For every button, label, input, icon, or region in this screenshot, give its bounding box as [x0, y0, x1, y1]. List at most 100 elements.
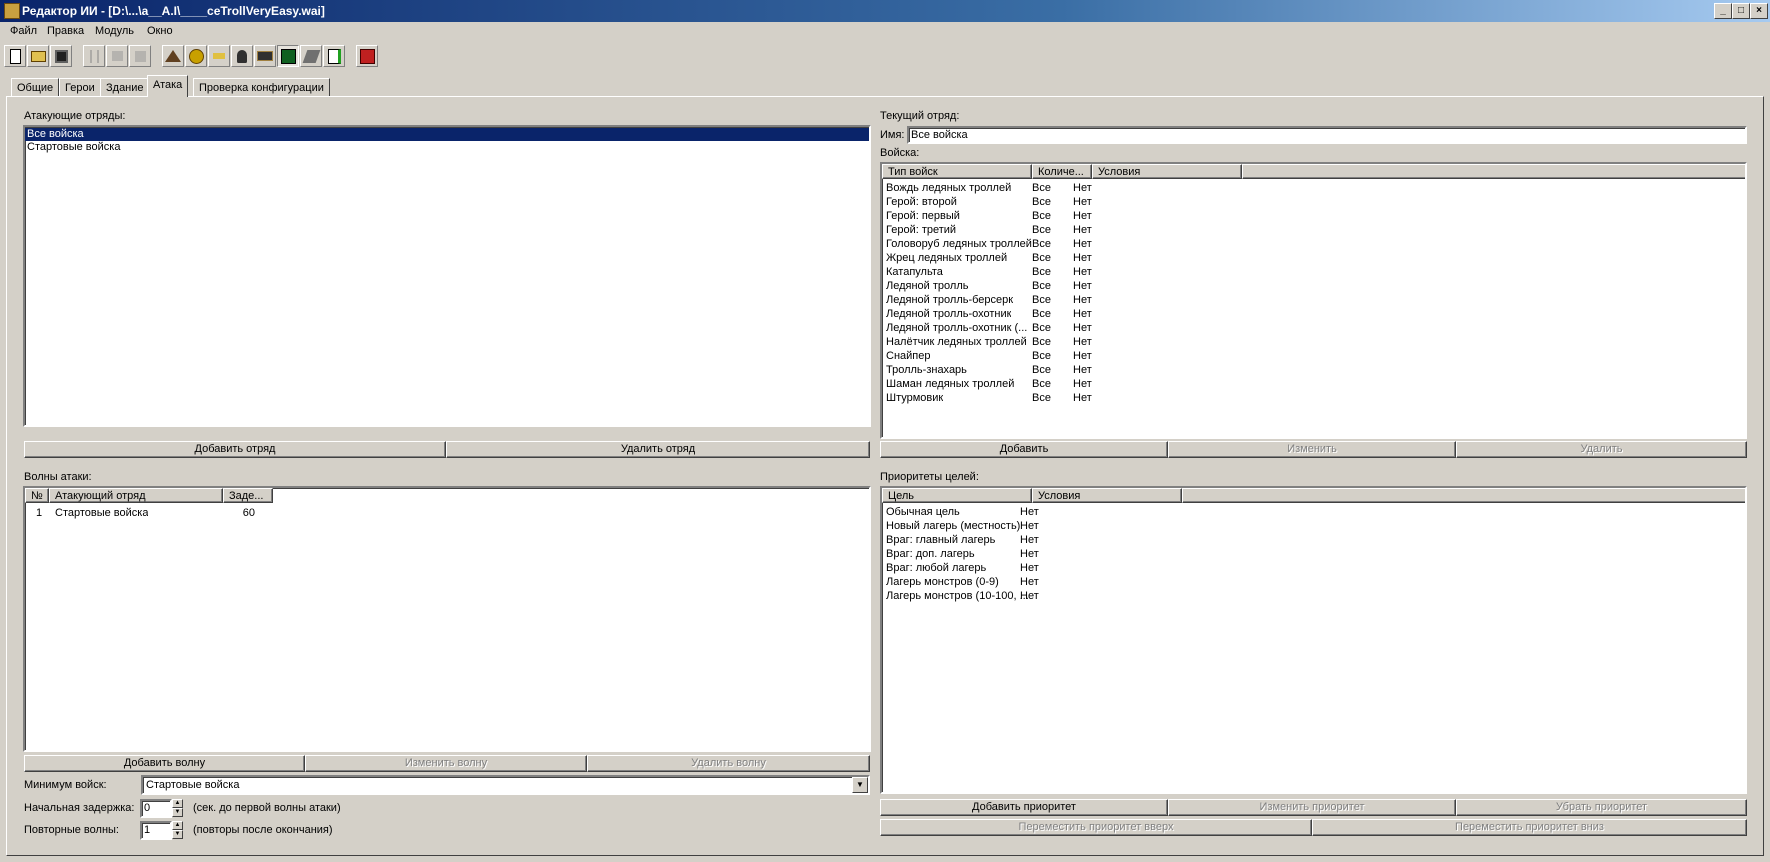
- building-icon: [257, 51, 273, 61]
- troop-type: Налётчик ледяных троллей: [886, 336, 1027, 348]
- table-row[interactable]: Герой: первый Все Нет: [882, 209, 1745, 223]
- priority-condition: Нет: [1020, 590, 1039, 602]
- table-row[interactable]: Новый лагерь (местность) Нет: [882, 519, 1745, 533]
- remove-priority-button[interactable]: Убрать приоритет: [1456, 799, 1747, 816]
- tab-attack[interactable]: Атака: [147, 75, 189, 97]
- list-item[interactable]: Стартовые войска: [25, 141, 869, 154]
- maximize-button[interactable]: □: [1732, 3, 1750, 19]
- add-wave-button[interactable]: Добавить волну: [24, 755, 305, 772]
- repeat-waves-input[interactable]: 1: [140, 821, 172, 840]
- column-header[interactable]: №: [25, 488, 49, 503]
- lumber-button[interactable]: [208, 45, 230, 67]
- spin-up-icon[interactable]: ▲: [172, 821, 183, 830]
- column-header[interactable]: Условия: [1032, 488, 1182, 503]
- column-header[interactable]: Количе...: [1032, 164, 1092, 179]
- column-header[interactable]: Заде...: [223, 488, 273, 503]
- table-row[interactable]: Враг: любой лагерь Нет: [882, 561, 1745, 575]
- add-group-button[interactable]: Добавить отряд: [24, 441, 446, 458]
- priorities-listview[interactable]: Цель Условия Обычная цель Нет Новый лагерь…: [880, 486, 1747, 794]
- troop-type: Жрец ледяных троллей: [886, 252, 1008, 264]
- copy-button[interactable]: [106, 45, 128, 67]
- open-button[interactable]: [27, 45, 49, 67]
- paste-button[interactable]: [129, 45, 151, 67]
- table-row[interactable]: Головоруб ледяных троллей Все Нет: [882, 237, 1745, 251]
- menu-window[interactable]: Окно: [145, 25, 175, 37]
- table-row[interactable]: Шаман ледяных троллей Все Нет: [882, 377, 1745, 391]
- hero-button[interactable]: [231, 45, 253, 67]
- repeat-waves-spinner[interactable]: ▲ ▼: [172, 821, 183, 839]
- list-item[interactable]: Все войска: [25, 128, 869, 141]
- table-row[interactable]: Враг: доп. лагерь Нет: [882, 547, 1745, 561]
- minimize-button[interactable]: _: [1714, 3, 1732, 19]
- remove-group-button[interactable]: Удалить отряд: [446, 441, 870, 458]
- attack-groups-list[interactable]: Все войска Стартовые войска: [23, 125, 871, 427]
- save-button[interactable]: [50, 45, 72, 67]
- menu-edit[interactable]: Правка: [45, 25, 86, 37]
- table-row[interactable]: Обычная цель Нет: [882, 505, 1745, 519]
- attack-button[interactable]: [277, 45, 299, 67]
- table-row[interactable]: Вождь ледяных троллей Все Нет: [882, 181, 1745, 195]
- cut-button[interactable]: [83, 45, 105, 67]
- table-row[interactable]: Жрец ледяных троллей Все Нет: [882, 251, 1745, 265]
- test-button[interactable]: [356, 45, 378, 67]
- table-row[interactable]: Налётчик ледяных троллей Все Нет: [882, 335, 1745, 349]
- new-file-button[interactable]: [4, 45, 26, 67]
- add-troop-button[interactable]: Добавить: [880, 441, 1168, 458]
- troop-type: Герой: первый: [886, 210, 960, 222]
- column-header[interactable]: Условия: [1092, 164, 1242, 179]
- add-priority-button[interactable]: Добавить приоритет: [880, 799, 1168, 816]
- waves-listview[interactable]: № Атакующий отряд Заде... 1 Стартовые во…: [23, 486, 871, 752]
- export-button[interactable]: [323, 45, 345, 67]
- gold-button[interactable]: [185, 45, 207, 67]
- table-row[interactable]: Снайпер Все Нет: [882, 349, 1745, 363]
- remove-troop-button[interactable]: Удалить: [1456, 441, 1747, 458]
- edit-wave-button[interactable]: Изменить волну: [305, 755, 587, 772]
- table-row[interactable]: Катапульта Все Нет: [882, 265, 1745, 279]
- book-button[interactable]: [300, 45, 322, 67]
- spin-down-icon[interactable]: ▼: [172, 808, 183, 817]
- table-row[interactable]: 1 Стартовые войска 60: [25, 506, 869, 520]
- tab-general[interactable]: Общие: [11, 78, 60, 96]
- move-priority-down-button[interactable]: Переместить приоритет вниз: [1312, 819, 1747, 836]
- spin-up-icon[interactable]: ▲: [172, 799, 183, 808]
- table-row[interactable]: Ледяной тролль-охотник (... Все Нет: [882, 321, 1745, 335]
- table-row[interactable]: Герой: второй Все Нет: [882, 195, 1745, 209]
- troop-count: Все: [1032, 350, 1051, 362]
- table-row[interactable]: Лагерь монстров (10-100, ... Нет: [882, 589, 1745, 603]
- group-name-input[interactable]: Все войска: [907, 126, 1747, 144]
- column-header[interactable]: Цель: [882, 488, 1032, 503]
- min-troops-select[interactable]: Стартовые войска ▼: [141, 775, 870, 795]
- initial-delay-spinner[interactable]: ▲ ▼: [172, 799, 183, 817]
- table-row[interactable]: Лагерь монстров (0-9) Нет: [882, 575, 1745, 589]
- tab-heroes[interactable]: Герои: [59, 78, 101, 96]
- edit-troop-button[interactable]: Изменить: [1168, 441, 1456, 458]
- terrain-button[interactable]: [162, 45, 184, 67]
- troops-listview[interactable]: Тип войск Количе... Условия Вождь ледяны…: [880, 162, 1747, 439]
- column-header[interactable]: Атакующий отряд: [49, 488, 223, 503]
- initial-delay-input[interactable]: 0: [140, 799, 172, 818]
- move-priority-up-button[interactable]: Переместить приоритет вверх: [880, 819, 1312, 836]
- menu-module[interactable]: Модуль: [93, 25, 136, 37]
- table-row[interactable]: Тролль-знахарь Все Нет: [882, 363, 1745, 377]
- dropdown-arrow-icon[interactable]: ▼: [852, 777, 868, 793]
- tab-config-check[interactable]: Проверка конфигурации: [193, 78, 330, 96]
- menu-file[interactable]: Файл: [8, 25, 39, 37]
- spin-down-icon[interactable]: ▼: [172, 830, 183, 839]
- table-row[interactable]: Ледяной тролль-берсерк Все Нет: [882, 293, 1745, 307]
- priority-target: Обычная цель: [886, 506, 960, 518]
- priority-condition: Нет: [1020, 576, 1039, 588]
- table-row[interactable]: Герой: третий Все Нет: [882, 223, 1745, 237]
- building-button[interactable]: [254, 45, 276, 67]
- table-row[interactable]: Ледяной тролль-охотник Все Нет: [882, 307, 1745, 321]
- remove-wave-button[interactable]: Удалить волну: [587, 755, 870, 772]
- table-row[interactable]: Враг: главный лагерь Нет: [882, 533, 1745, 547]
- edit-priority-button[interactable]: Изменить приоритет: [1168, 799, 1456, 816]
- close-button[interactable]: ×: [1750, 3, 1768, 19]
- column-header[interactable]: Тип войск: [882, 164, 1032, 179]
- title-bar[interactable]: Редактор ИИ - [D:\...\a__A.I\____ceTroll…: [0, 0, 1770, 22]
- table-row[interactable]: Ледяной тролль Все Нет: [882, 279, 1745, 293]
- min-troops-label: Минимум войск:: [24, 779, 107, 791]
- table-row[interactable]: Штурмовик Все Нет: [882, 391, 1745, 405]
- lumber-icon: [213, 53, 225, 59]
- tab-building[interactable]: Здание: [100, 78, 150, 96]
